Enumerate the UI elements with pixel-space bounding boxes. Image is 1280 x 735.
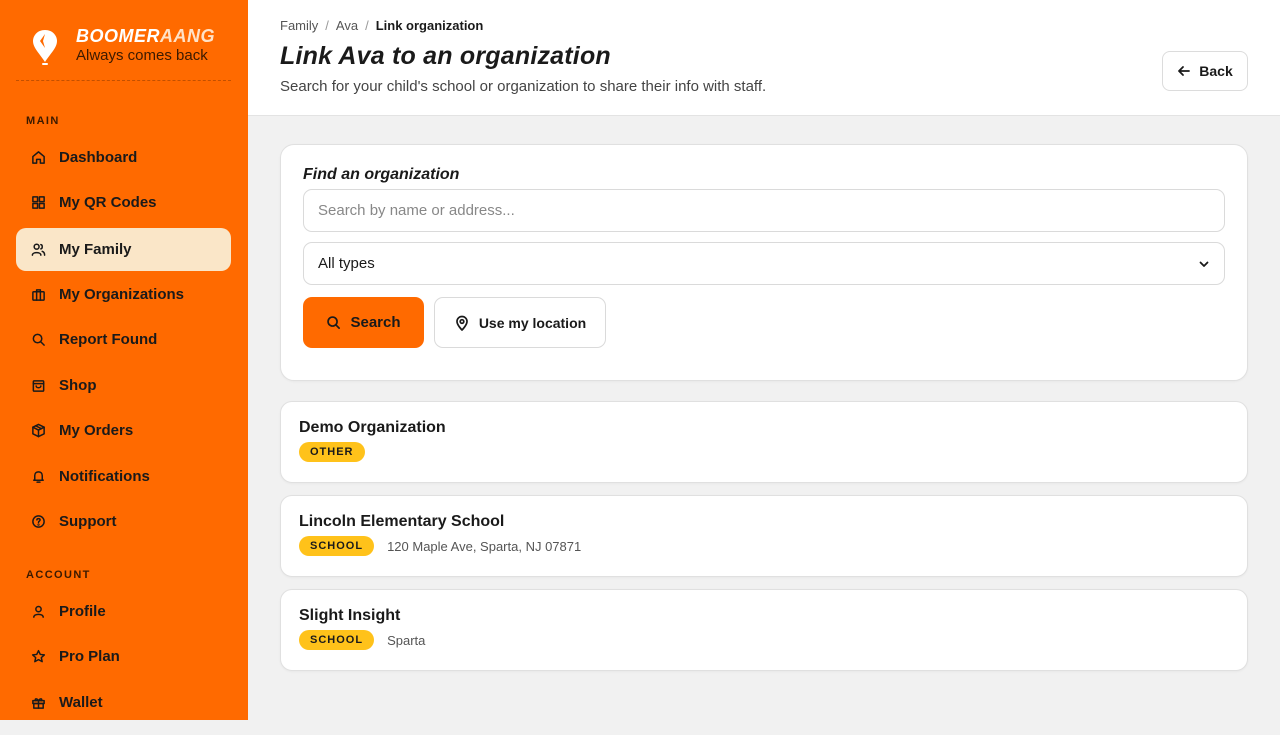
sidebar-item-label: My QR Codes — [59, 194, 157, 211]
sidebar-item-label: My Family — [59, 241, 132, 258]
search-button[interactable]: Search — [303, 297, 424, 348]
divider — [16, 80, 231, 81]
briefcase-icon — [30, 286, 47, 303]
chevron-down-icon — [1199, 261, 1209, 267]
sidebar-item-my-orders[interactable]: My Orders — [16, 409, 231, 452]
result-address: Sparta — [387, 632, 426, 648]
sidebar-item-label: Wallet — [59, 694, 103, 711]
use-location-label: Use my location — [478, 314, 587, 331]
brand-name: BOOMERAANG — [76, 26, 215, 46]
breadcrumb-family[interactable]: Family — [280, 18, 318, 33]
result-card[interactable]: Lincoln Elementary School SCHOOL 120 Map… — [280, 495, 1248, 577]
sidebar-item-label: Shop — [59, 377, 97, 394]
result-meta: SCHOOL 120 Maple Ave, Sparta, NJ 07871 — [299, 536, 581, 556]
breadcrumb-separator: / — [365, 18, 369, 33]
type-badge: OTHER — [299, 442, 365, 462]
arrow-left-icon — [1178, 66, 1191, 76]
sidebar-item-my-family[interactable]: My Family — [16, 228, 231, 271]
sidebar-item-support[interactable]: Support — [16, 500, 231, 543]
brand-tagline: Always comes back — [76, 47, 208, 64]
result-address: 120 Maple Ave, Sparta, NJ 07871 — [387, 538, 582, 554]
use-location-button[interactable]: Use my location — [434, 297, 606, 348]
gift-icon — [30, 694, 47, 711]
search-card: Find an organization All types Search Us… — [280, 144, 1248, 381]
sidebar: BOOMERAANG Always comes back MAIN Dashbo… — [0, 0, 248, 720]
sidebar-item-wallet[interactable]: Wallet — [16, 681, 231, 720]
grid-icon — [30, 194, 47, 211]
breadcrumb-current: Link organization — [375, 18, 484, 33]
back-button[interactable]: Back — [1162, 51, 1248, 91]
map-pin-icon — [455, 315, 468, 331]
sidebar-item-qr-codes[interactable]: My QR Codes — [16, 181, 231, 224]
home-icon — [30, 149, 47, 166]
result-card[interactable]: Demo Organization OTHER — [280, 401, 1248, 483]
sidebar-item-pro-plan[interactable]: Pro Plan — [16, 635, 231, 678]
result-name: Demo Organization — [299, 419, 446, 436]
breadcrumb: Family / Ava / Link organization — [280, 18, 483, 33]
type-select-value: All types — [318, 255, 375, 272]
sidebar-item-label: Profile — [59, 603, 106, 620]
sidebar-item-label: Support — [59, 513, 117, 530]
help-circle-icon — [30, 513, 47, 530]
sidebar-item-shop[interactable]: Shop — [16, 364, 231, 407]
sidebar-item-my-organizations[interactable]: My Organizations — [16, 273, 231, 316]
result-meta: OTHER — [299, 442, 365, 462]
sidebar-item-notifications[interactable]: Notifications — [16, 455, 231, 498]
brand[interactable]: BOOMERAANG Always comes back — [30, 26, 230, 82]
page-title: Link Ava to an organization — [280, 42, 611, 70]
search-card-title: Find an organization — [303, 166, 460, 183]
search-input[interactable] — [303, 189, 1225, 232]
back-button-label: Back — [1199, 63, 1233, 79]
boomerang-logo-icon — [33, 30, 57, 65]
section-label-main: MAIN — [26, 115, 60, 127]
shopping-bag-icon — [30, 377, 47, 394]
sidebar-item-report-found[interactable]: Report Found — [16, 318, 231, 361]
sidebar-item-label: Report Found — [59, 331, 158, 348]
type-badge: SCHOOL — [299, 630, 375, 650]
result-card[interactable]: Slight Insight SCHOOL Sparta — [280, 589, 1248, 671]
users-icon — [30, 241, 47, 258]
sidebar-item-profile[interactable]: Profile — [16, 590, 231, 633]
package-icon — [30, 422, 47, 439]
sidebar-item-label: My Organizations — [59, 286, 185, 303]
sidebar-item-label: Notifications — [59, 468, 150, 485]
result-meta: SCHOOL Sparta — [299, 630, 425, 650]
type-select[interactable]: All types — [303, 242, 1225, 285]
user-icon — [30, 603, 47, 620]
page-subtitle: Search for your child's school or organi… — [280, 78, 767, 95]
result-name: Slight Insight — [299, 607, 401, 624]
bell-icon — [30, 468, 47, 485]
sidebar-item-dashboard[interactable]: Dashboard — [16, 136, 231, 179]
section-label-account: ACCOUNT — [26, 569, 91, 581]
sidebar-item-label: Pro Plan — [59, 648, 120, 665]
result-name: Lincoln Elementary School — [299, 513, 505, 530]
search-button-label: Search — [350, 314, 401, 331]
type-badge: SCHOOL — [299, 536, 375, 556]
search-icon — [30, 331, 47, 348]
breadcrumb-separator: / — [325, 18, 329, 33]
search-icon — [327, 316, 341, 329]
sidebar-item-label: My Orders — [59, 422, 134, 439]
page-header: Family / Ava / Link organization Link Av… — [248, 0, 1280, 116]
sidebar-item-label: Dashboard — [59, 149, 138, 166]
star-icon — [30, 648, 47, 665]
breadcrumb-ava[interactable]: Ava — [336, 18, 358, 33]
